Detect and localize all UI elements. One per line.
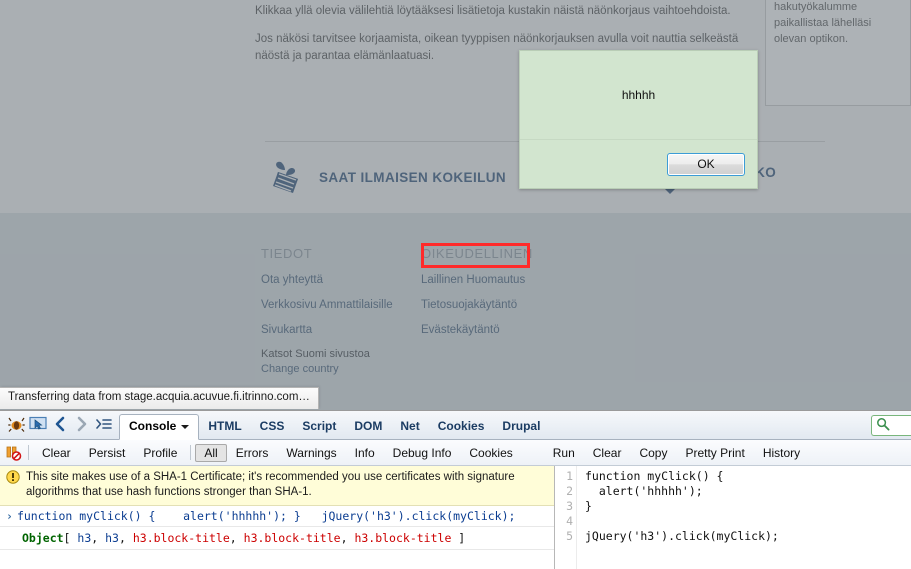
console-output[interactable]: This site makes use of a SHA-1 Certifica…: [0, 466, 555, 569]
inspect-element-icon[interactable]: [28, 414, 48, 434]
result-item-2[interactable]: h3.block-title: [133, 531, 230, 545]
tab-html[interactable]: HTML: [199, 414, 250, 439]
result-open-bracket: [: [63, 531, 78, 545]
console-clear-button[interactable]: Clear: [33, 444, 80, 462]
forward-arrow-icon[interactable]: [72, 414, 92, 434]
editor-line-1: function myClick() {: [585, 469, 724, 483]
firebug-toolbar-icons: [0, 414, 119, 439]
command-copy-button[interactable]: Copy: [630, 444, 676, 462]
result-item-4[interactable]: h3.block-title: [354, 531, 451, 545]
tab-console-label: Console: [129, 419, 177, 433]
command-editor[interactable]: 12345 function myClick() { alert('hhhhh'…: [555, 466, 911, 569]
console-command-echo: function myClick() { alert('hhhhh'); } j…: [16, 509, 516, 523]
editor-line-2: alert('hhhhh');: [585, 484, 703, 498]
alert-button-area: OK: [520, 140, 757, 188]
firebug-body: This site makes use of a SHA-1 Certifica…: [0, 466, 911, 569]
result-type-label: Object: [22, 531, 64, 545]
result-comma-0: ,: [91, 531, 106, 545]
command-chevron-icon: ›: [6, 509, 13, 523]
tab-cookies[interactable]: Cookies: [429, 414, 494, 439]
result-item-0[interactable]: h3: [77, 531, 91, 545]
console-command-row[interactable]: › function myClick() { alert('hhhhh'); }…: [0, 506, 554, 527]
filter-debug-info-button[interactable]: Debug Info: [384, 444, 461, 462]
screen: Klikkaa yllä olevia välilehtiä löytääkse…: [0, 0, 911, 569]
tab-net[interactable]: Net: [391, 414, 428, 439]
subtoolbar-separator-1: [28, 445, 29, 460]
tab-script[interactable]: Script: [293, 414, 345, 439]
result-item-3[interactable]: h3.block-title: [244, 531, 341, 545]
line-number-5: 5: [566, 529, 573, 543]
result-comma-2: ,: [229, 531, 244, 545]
result-close-bracket: ]: [451, 531, 466, 545]
tab-drupal[interactable]: Drupal: [493, 414, 549, 439]
line-number-4: 4: [566, 514, 573, 528]
warning-icon: [6, 470, 20, 500]
subtoolbar-separator-2: [190, 445, 192, 460]
console-result-row[interactable]: Object[ h3, h3, h3.block-title, h3.block…: [0, 527, 554, 550]
alert-message-text: hhhhh: [621, 88, 656, 102]
javascript-alert-dialog[interactable]: hhhhh OK: [519, 50, 758, 189]
console-persist-button[interactable]: Persist: [80, 444, 135, 462]
filter-warnings-button[interactable]: Warnings: [277, 444, 345, 462]
chevron-down-icon[interactable]: [181, 424, 190, 429]
firebug-inspect-highlight: [421, 243, 530, 268]
filter-cookies-button[interactable]: Cookies: [460, 444, 521, 462]
modal-dim-overlay: [0, 0, 911, 410]
firebug-main-toolbar: Console HTML CSS Script DOM Net Cookies …: [0, 411, 911, 440]
firebug-bug-icon[interactable]: [6, 414, 26, 434]
editor-line-3: }: [585, 499, 592, 513]
command-run-button[interactable]: Run: [544, 444, 584, 462]
line-number-3: 3: [566, 499, 573, 513]
console-subtoolbar: Clear Persist Profile All Errors Warning…: [0, 440, 911, 466]
result-item-1[interactable]: h3: [105, 531, 119, 545]
line-number-2: 2: [566, 484, 573, 498]
editor-line-numbers: 12345: [555, 466, 577, 569]
command-clear-button[interactable]: Clear: [584, 444, 631, 462]
break-on-error-icon[interactable]: [4, 443, 24, 463]
result-comma-3: ,: [340, 531, 355, 545]
tab-dom[interactable]: DOM: [345, 414, 391, 439]
firebug-search-box[interactable]: [871, 415, 911, 436]
result-comma-1: ,: [118, 531, 133, 545]
command-history-button[interactable]: History: [754, 444, 809, 462]
filter-errors-button[interactable]: Errors: [227, 444, 278, 462]
firebug-tab-strip: Console HTML CSS Script DOM Net Cookies …: [119, 410, 549, 440]
browser-status-tooltip: Transferring data from stage.acquia.acuv…: [0, 387, 319, 409]
filter-info-button[interactable]: Info: [346, 444, 384, 462]
panel-list-icon[interactable]: [94, 414, 114, 434]
console-warning-row[interactable]: This site makes use of a SHA-1 Certifica…: [0, 466, 554, 506]
alert-ok-button[interactable]: OK: [667, 152, 745, 176]
editor-line-5: jQuery('h3').click(myClick);: [585, 529, 779, 543]
line-number-1: 1: [566, 469, 573, 483]
tab-console[interactable]: Console: [119, 414, 200, 440]
tab-css[interactable]: CSS: [251, 414, 294, 439]
filter-all-button[interactable]: All: [195, 443, 227, 462]
alert-message-area: hhhhh: [520, 51, 757, 140]
web-page: Klikkaa yllä olevia välilehtiä löytääkse…: [0, 0, 911, 410]
command-pretty-print-button[interactable]: Pretty Print: [676, 444, 753, 462]
console-warning-text: This site makes use of a SHA-1 Certifica…: [26, 471, 515, 498]
back-arrow-icon[interactable]: [50, 414, 70, 434]
firebug-panel: Console HTML CSS Script DOM Net Cookies …: [0, 410, 911, 569]
search-icon: [876, 417, 890, 434]
editor-text-area[interactable]: function myClick() { alert('hhhhh'); } j…: [577, 466, 911, 569]
console-profile-button[interactable]: Profile: [134, 444, 186, 462]
